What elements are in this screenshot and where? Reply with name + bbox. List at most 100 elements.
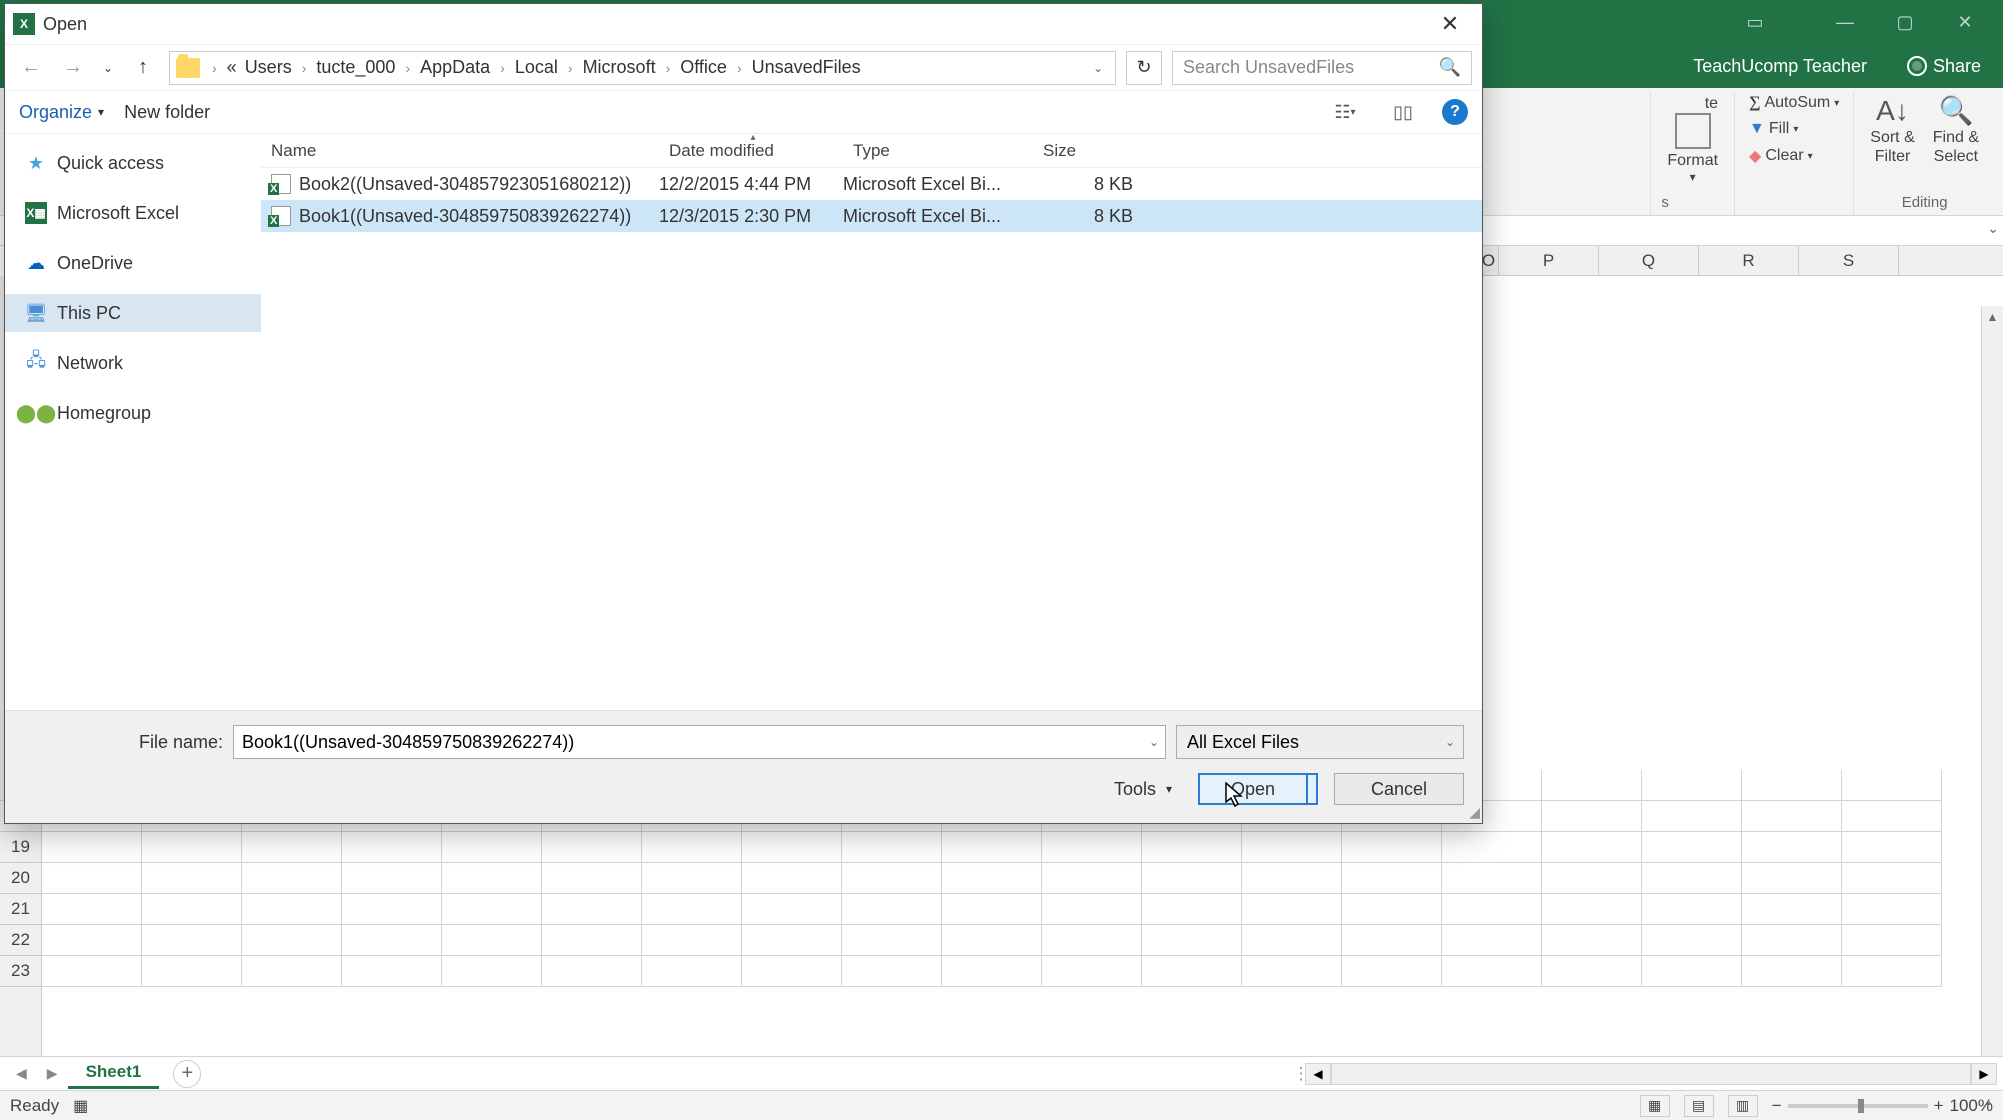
resize-grip-icon[interactable]: ◢: [1469, 804, 1480, 821]
format-button[interactable]: te Format ▾: [1661, 92, 1724, 187]
file-name: Book1((Unsaved-304859750839262274)): [299, 206, 631, 227]
row-header[interactable]: 23: [0, 956, 41, 987]
breadcrumb-item[interactable]: Microsoft: [579, 55, 660, 80]
col-name[interactable]: Name: [261, 134, 659, 167]
select-label: Select: [1934, 147, 1978, 166]
chevron-down-icon[interactable]: ⌄: [1149, 735, 1159, 749]
ribbon-display-options-icon[interactable]: ▭: [1725, 0, 1785, 44]
nav-up-icon[interactable]: ↑: [127, 52, 159, 84]
autosum-button[interactable]: ∑ AutoSum ▾: [1745, 92, 1843, 114]
expand-formula-icon[interactable]: ⌄: [1987, 220, 1999, 237]
page-layout-view-icon[interactable]: ▤: [1684, 1095, 1714, 1117]
dialog-close-button[interactable]: ✕: [1426, 4, 1474, 44]
homegroup-icon: ⬤⬤: [25, 402, 47, 424]
scroll-track[interactable]: [1331, 1063, 1971, 1085]
maximize-icon[interactable]: ▢: [1875, 0, 1935, 44]
collapse-ribbon-icon[interactable]: ⌃: [1981, 1097, 1997, 1118]
col-size[interactable]: Size: [1033, 134, 1153, 167]
search-input[interactable]: Search UnsavedFiles 🔍: [1172, 51, 1472, 85]
fill-button[interactable]: ▼ Fill ▾: [1745, 118, 1802, 140]
page-break-view-icon[interactable]: ▥: [1728, 1095, 1758, 1117]
sidebar-item-network[interactable]: 🖧 Network: [5, 344, 261, 382]
chevron-down-icon: ▾: [98, 105, 104, 119]
zoom-slider[interactable]: − + 100%: [1772, 1096, 1993, 1116]
breadcrumb-item[interactable]: Office: [676, 55, 731, 80]
sidebar-item-this-pc[interactable]: 🖥 This PC: [5, 294, 261, 332]
scroll-left-icon[interactable]: ◀: [1305, 1063, 1331, 1085]
row-header[interactable]: 22: [0, 925, 41, 956]
nav-back-icon[interactable]: ←: [15, 52, 47, 84]
tools-button[interactable]: Tools ▾: [1114, 779, 1182, 800]
chevron-down-icon[interactable]: ⌄: [1445, 735, 1455, 749]
zoom-in-icon[interactable]: +: [1934, 1096, 1944, 1116]
col-header[interactable]: R: [1699, 246, 1799, 275]
breadcrumb-item[interactable]: Local: [511, 55, 562, 80]
normal-view-icon[interactable]: ▦: [1640, 1095, 1670, 1117]
clear-button[interactable]: ◆ Clear ▾: [1745, 144, 1817, 168]
sidebar-item-homegroup[interactable]: ⬤⬤ Homegroup: [5, 394, 261, 432]
close-icon[interactable]: ✕: [1935, 0, 1995, 44]
vertical-scrollbar[interactable]: ▲: [1981, 306, 2003, 1056]
file-list: Name ▴Date modified Type Size Book2((Uns…: [261, 134, 1482, 710]
row-header[interactable]: 20: [0, 863, 41, 894]
tab-nav-next-icon[interactable]: ▶: [37, 1065, 68, 1082]
refresh-button[interactable]: ↻: [1126, 51, 1162, 85]
breadcrumb-dropdown-icon[interactable]: ⌄: [1087, 61, 1109, 75]
col-header[interactable]: S: [1799, 246, 1899, 275]
zoom-out-icon[interactable]: −: [1772, 1096, 1782, 1116]
breadcrumb[interactable]: › « Users› tucte_000› AppData› Local› Mi…: [169, 51, 1116, 85]
scroll-right-icon[interactable]: ▶: [1971, 1063, 1997, 1085]
share-button[interactable]: Share: [1897, 52, 1991, 81]
file-row[interactable]: Book1((Unsaved-304859750839262274)) 12/3…: [261, 200, 1482, 232]
preview-pane-button[interactable]: ▯▯: [1384, 97, 1422, 127]
col-date[interactable]: ▴Date modified: [659, 134, 843, 167]
editing-group-label: Editing: [1902, 192, 1948, 215]
nav-recent-icon[interactable]: ⌄: [99, 52, 117, 84]
sigma-icon: ∑: [1749, 94, 1760, 112]
find-select-button[interactable]: 🔍 Find & Select: [1927, 92, 1985, 168]
organize-button[interactable]: Organize ▾: [19, 102, 104, 123]
dialog-footer: File name: Book1((Unsaved-30485975083926…: [5, 710, 1482, 823]
file-type-filter[interactable]: All Excel Files ⌄: [1176, 725, 1464, 759]
col-type[interactable]: Type: [843, 134, 1033, 167]
new-folder-button[interactable]: New folder: [124, 102, 210, 123]
signed-in-user[interactable]: TeachUcomp Teacher: [1693, 56, 1867, 77]
breadcrumb-item[interactable]: AppData: [416, 55, 494, 80]
row-header[interactable]: 21: [0, 894, 41, 925]
fill-label: Fill: [1769, 120, 1789, 138]
cancel-label: Cancel: [1371, 779, 1427, 800]
macro-record-icon[interactable]: ▦: [73, 1096, 88, 1116]
sidebar-item-onedrive[interactable]: ☁ OneDrive: [5, 244, 261, 282]
filename-input[interactable]: Book1((Unsaved-304859750839262274)) ⌄: [233, 725, 1166, 759]
col-header[interactable]: P: [1499, 246, 1599, 275]
open-button[interactable]: Open: [1198, 773, 1308, 805]
sort-filter-button[interactable]: A↓ Sort & Filter: [1864, 92, 1920, 168]
find-label: Find &: [1933, 128, 1979, 147]
row-header[interactable]: 19: [0, 832, 41, 863]
file-row[interactable]: Book2((Unsaved-304857923051680212)) 12/2…: [261, 168, 1482, 200]
add-sheet-button[interactable]: +: [173, 1060, 201, 1088]
horizontal-scrollbar[interactable]: ⋮ ◀ ▶: [1297, 1063, 1997, 1085]
sidebar-item-excel[interactable]: X▦ Microsoft Excel: [5, 194, 261, 232]
format-label: Format: [1667, 151, 1718, 170]
breadcrumb-prefix[interactable]: «: [223, 55, 241, 80]
search-icon: 🔍: [1439, 57, 1461, 78]
col-header[interactable]: Q: [1599, 246, 1699, 275]
ribbon-group-editing-right: A↓ Sort & Filter 🔍 Find & Select Editing: [1854, 92, 1995, 215]
sheet-tab[interactable]: Sheet1: [68, 1058, 160, 1089]
breadcrumb-item[interactable]: UnsavedFiles: [748, 55, 865, 80]
filter-value: All Excel Files: [1187, 732, 1299, 753]
file-list-header[interactable]: Name ▴Date modified Type Size: [261, 134, 1482, 168]
format-icon: [1675, 113, 1711, 149]
breadcrumb-item[interactable]: Users: [241, 55, 296, 80]
help-button[interactable]: ?: [1442, 99, 1468, 125]
breadcrumb-item[interactable]: tucte_000: [312, 55, 399, 80]
sidebar-item-quick-access[interactable]: ★ Quick access: [5, 144, 261, 182]
nav-forward-icon[interactable]: →: [57, 52, 89, 84]
minimize-icon[interactable]: —: [1815, 0, 1875, 44]
sheet-tabs: ◀ ▶ Sheet1 + ⋮ ◀ ▶: [0, 1056, 2003, 1090]
cancel-button[interactable]: Cancel: [1334, 773, 1464, 805]
view-options-button[interactable]: ☷ ▾: [1326, 97, 1364, 127]
scroll-up-icon[interactable]: ▲: [1982, 306, 2003, 328]
tab-nav-prev-icon[interactable]: ◀: [6, 1065, 37, 1082]
